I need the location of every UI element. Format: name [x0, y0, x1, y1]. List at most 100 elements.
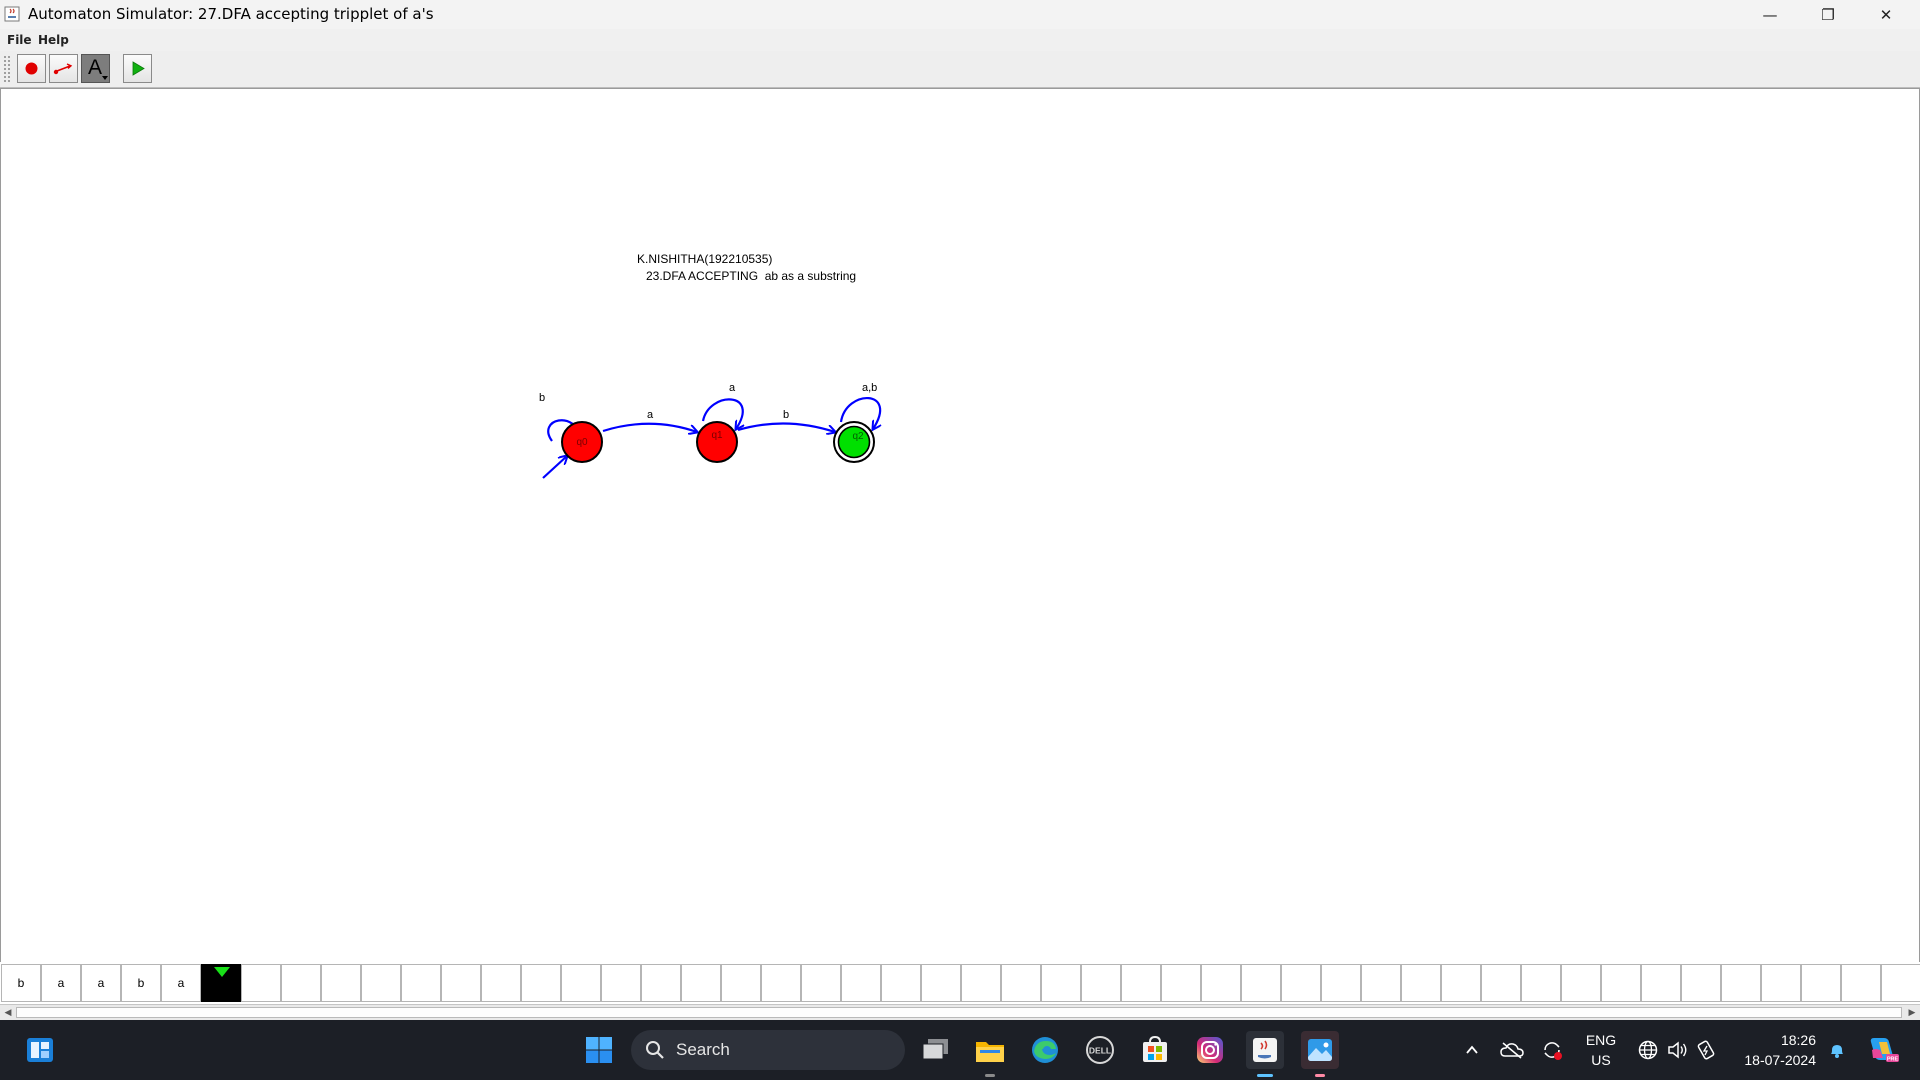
- tape-cell[interactable]: [721, 964, 761, 1002]
- tape-cell[interactable]: [761, 964, 801, 1002]
- transition-label-q0-q0[interactable]: b: [539, 392, 545, 404]
- tape-cell[interactable]: [441, 964, 481, 1002]
- transition-q0-q1[interactable]: [602, 422, 697, 432]
- tape-cell[interactable]: [1561, 964, 1601, 1002]
- volume-icon[interactable]: [1665, 1038, 1689, 1062]
- tape-cell[interactable]: [1001, 964, 1041, 1002]
- tape-cell[interactable]: [1521, 964, 1561, 1002]
- tape-head-cell[interactable]: [201, 964, 241, 1002]
- input-tape[interactable]: baaba: [0, 962, 1920, 1003]
- java-app-taskbar-icon[interactable]: [1246, 1031, 1284, 1077]
- tape-cell[interactable]: [321, 964, 361, 1002]
- tape-cell[interactable]: [1641, 964, 1681, 1002]
- instagram-icon[interactable]: [1191, 1031, 1229, 1069]
- system-clock[interactable]: 18:26 18-07-2024: [1730, 1030, 1816, 1070]
- tape-cell[interactable]: b: [121, 964, 161, 1002]
- photos-app-icon[interactable]: [1301, 1031, 1339, 1077]
- tape-cell[interactable]: [1161, 964, 1201, 1002]
- maximize-button[interactable]: ❐: [1799, 0, 1857, 29]
- tape-cell[interactable]: [241, 964, 281, 1002]
- network-globe-icon[interactable]: [1636, 1038, 1660, 1062]
- tape-cell[interactable]: a: [161, 964, 201, 1002]
- tape-cell[interactable]: a: [41, 964, 81, 1002]
- transition-tool-button[interactable]: [49, 54, 78, 83]
- toolbar-grip[interactable]: [3, 55, 11, 83]
- language-indicator[interactable]: ENG US: [1580, 1030, 1622, 1070]
- tape-cell[interactable]: [521, 964, 561, 1002]
- horizontal-scrollbar[interactable]: ◀ ▶: [0, 1004, 1920, 1021]
- file-explorer-icon[interactable]: [971, 1031, 1009, 1077]
- battery-charging-icon[interactable]: [1694, 1038, 1718, 1062]
- notification-bell-icon[interactable]: [1825, 1038, 1849, 1062]
- transition-label-q1-q2[interactable]: b: [783, 409, 789, 421]
- state-tool-button[interactable]: [17, 54, 46, 83]
- start-arrow: [542, 456, 567, 479]
- transition-label-q1-q1[interactable]: a: [729, 382, 736, 394]
- widgets-icon[interactable]: [21, 1031, 59, 1069]
- scroll-left-arrow-icon[interactable]: ◀: [2, 1007, 14, 1019]
- sync-icon[interactable]: [1540, 1038, 1564, 1062]
- label-tool-button[interactable]: A: [81, 54, 110, 83]
- run-button[interactable]: [123, 54, 152, 83]
- task-view-icon[interactable]: [917, 1031, 955, 1069]
- search-placeholder: Search: [676, 1040, 730, 1059]
- tape-cell[interactable]: [641, 964, 681, 1002]
- minimize-button[interactable]: —: [1741, 0, 1799, 29]
- tape-cell[interactable]: [1841, 964, 1881, 1002]
- transition-arrow-icon: [53, 63, 73, 75]
- edge-browser-icon[interactable]: [1026, 1031, 1064, 1069]
- tape-cell[interactable]: [281, 964, 321, 1002]
- tape-cell[interactable]: [1321, 964, 1361, 1002]
- menu-file[interactable]: File: [7, 33, 32, 47]
- tape-cell[interactable]: [1801, 964, 1841, 1002]
- onedrive-icon[interactable]: [1500, 1038, 1524, 1062]
- tape-cell[interactable]: [601, 964, 641, 1002]
- windows-start-icon[interactable]: [580, 1031, 618, 1069]
- tape-cell[interactable]: [1481, 964, 1521, 1002]
- tape-cell[interactable]: [1441, 964, 1481, 1002]
- tape-cell[interactable]: [841, 964, 881, 1002]
- copilot-icon[interactable]: PRE: [1866, 1032, 1900, 1066]
- tape-cell[interactable]: b: [1, 964, 41, 1002]
- tape-cell[interactable]: [801, 964, 841, 1002]
- tape-cell[interactable]: [1761, 964, 1801, 1002]
- tape-cell[interactable]: [401, 964, 441, 1002]
- tape-cell[interactable]: [881, 964, 921, 1002]
- tape-cell[interactable]: [1281, 964, 1321, 1002]
- state-q1[interactable]: q1: [696, 421, 738, 463]
- tape-cell[interactable]: [481, 964, 521, 1002]
- tape-cell[interactable]: [1601, 964, 1641, 1002]
- menu-help[interactable]: Help: [38, 33, 69, 47]
- tape-cell[interactable]: [561, 964, 601, 1002]
- close-button[interactable]: ✕: [1857, 0, 1915, 29]
- tape-cell[interactable]: [1361, 964, 1401, 1002]
- tape-cell[interactable]: [921, 964, 961, 1002]
- transition-label-q0-q1[interactable]: a: [647, 409, 654, 421]
- state-q2[interactable]: q2: [833, 421, 875, 463]
- scrollbar-thumb[interactable]: [16, 1007, 1902, 1018]
- taskbar-search-box[interactable]: Search: [631, 1030, 905, 1070]
- transition-label-q2-q2[interactable]: a,b: [862, 382, 877, 394]
- tape-cell[interactable]: [1241, 964, 1281, 1002]
- red-circle-icon: [25, 62, 38, 75]
- tape-cell[interactable]: [681, 964, 721, 1002]
- microsoft-store-icon[interactable]: [1136, 1031, 1174, 1069]
- chevron-up-icon[interactable]: [1460, 1038, 1484, 1062]
- tape-cell[interactable]: [961, 964, 1001, 1002]
- tape-cell[interactable]: [1121, 964, 1161, 1002]
- svg-text:PRE: PRE: [1887, 1057, 1899, 1063]
- state-q0[interactable]: q0: [561, 421, 603, 463]
- tape-cell[interactable]: [1081, 964, 1121, 1002]
- tape-cell[interactable]: [1201, 964, 1241, 1002]
- tape-cell[interactable]: [1681, 964, 1721, 1002]
- scroll-right-arrow-icon[interactable]: ▶: [1906, 1007, 1918, 1019]
- dell-icon[interactable]: DELL: [1081, 1031, 1119, 1069]
- tape-cell[interactable]: a: [81, 964, 121, 1002]
- transition-q1-q2[interactable]: [737, 422, 835, 432]
- tape-cell[interactable]: [1881, 964, 1920, 1002]
- automaton-canvas[interactable]: K.NISHITHA(192210535) 23.DFA ACCEPTING a…: [0, 88, 1920, 963]
- tape-cell[interactable]: [1401, 964, 1441, 1002]
- tape-cell[interactable]: [361, 964, 401, 1002]
- tape-cell[interactable]: [1041, 964, 1081, 1002]
- tape-cell[interactable]: [1721, 964, 1761, 1002]
